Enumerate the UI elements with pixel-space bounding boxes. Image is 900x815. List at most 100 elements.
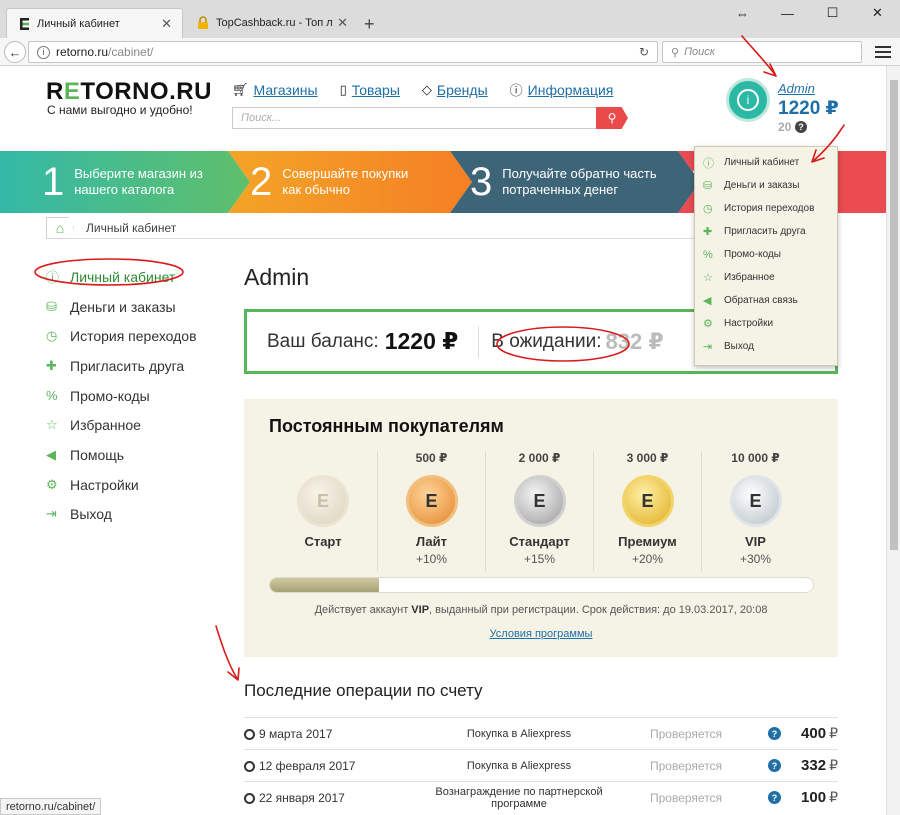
help-icon[interactable]: ? bbox=[768, 727, 781, 740]
op-description: Вознаграждение по партнерской программе bbox=[435, 786, 603, 810]
star-icon: ☆ bbox=[703, 272, 713, 284]
close-icon[interactable]: ✕ bbox=[337, 15, 348, 31]
restore-icon[interactable]: ⇔ bbox=[720, 0, 765, 26]
tab-cabinet[interactable]: Личный кабинет ✕ bbox=[6, 8, 183, 38]
nav-info[interactable]: ⓘ Информация bbox=[510, 80, 614, 99]
browser-search-input[interactable]: ⚲ Поиск bbox=[662, 41, 862, 63]
site-search-input[interactable]: Поиск... bbox=[232, 107, 596, 129]
hamburger-menu-icon[interactable] bbox=[874, 43, 892, 61]
op-description: Покупка в Aliexpress bbox=[466, 760, 572, 772]
level-name: Лайт bbox=[415, 534, 448, 549]
back-button[interactable]: ← bbox=[4, 41, 26, 63]
minimize-button[interactable]: — bbox=[765, 0, 810, 26]
sidebar-item-promo[interactable]: % Промо-коды bbox=[46, 381, 226, 411]
close-window-button[interactable]: ✕ bbox=[855, 0, 900, 26]
info-icon[interactable]: i bbox=[37, 45, 50, 59]
step-text: Выберите магазин из нашего каталога bbox=[74, 166, 203, 198]
user-plus-icon: ✚ bbox=[46, 357, 57, 373]
menu-item-label: Обратная связь bbox=[724, 295, 798, 306]
sidebar-item-label: Выход bbox=[70, 506, 112, 523]
menu-item-feedback[interactable]: ◀ Обратная связь bbox=[695, 289, 837, 312]
op-date-text: 12 февраля 2017 bbox=[259, 759, 356, 773]
table-row: 22 января 2017 Вознаграждение по партнер… bbox=[244, 781, 838, 813]
menu-item-label: Промо-коды bbox=[724, 249, 781, 260]
level-name: VIP bbox=[745, 534, 766, 549]
info-icon: ⓘ bbox=[509, 83, 523, 98]
tab-topcashback[interactable]: TopCashback.ru - Топ лу... ✕ bbox=[186, 8, 358, 38]
step-1: 1 Выберите магазин из нашего каталога bbox=[0, 151, 250, 213]
program-terms-link[interactable]: Условия программы bbox=[244, 628, 838, 640]
sidebar-item-logout[interactable]: ⇥ Выход bbox=[46, 500, 226, 530]
maximize-button[interactable]: ☐ bbox=[810, 0, 855, 26]
site-search-button[interactable]: ⚲ bbox=[596, 107, 628, 129]
site-logo[interactable]: RETORNO.RU bbox=[46, 78, 212, 106]
menu-item-label: Пригласить друга bbox=[724, 226, 806, 237]
scrollbar-thumb[interactable] bbox=[890, 80, 898, 550]
logo-e: E bbox=[63, 78, 81, 105]
step-number: 3 bbox=[470, 159, 493, 204]
close-icon[interactable]: ✕ bbox=[161, 16, 172, 32]
user-plus-icon: ✚ bbox=[703, 226, 713, 238]
op-currency: ₽ bbox=[829, 725, 838, 741]
step-2: 2 Совершайте покупки как обычно bbox=[228, 151, 472, 213]
op-currency: ₽ bbox=[829, 757, 838, 773]
note-text: , выданный при регистрации. Срок действи… bbox=[429, 604, 768, 616]
menu-item-history[interactable]: ◷ История переходов bbox=[695, 197, 837, 220]
menu-item-cabinet[interactable]: ⓘ Личный кабинет bbox=[695, 151, 837, 174]
home-icon[interactable]: ⌂ bbox=[46, 216, 74, 239]
sidebar-item-money[interactable]: ⛁ Деньги и заказы bbox=[46, 292, 226, 322]
level-standard: 2 000 ₽ E Стандарт +15% bbox=[485, 451, 593, 571]
nav-brands[interactable]: ◇ Бренды bbox=[422, 80, 488, 99]
pending-label: В ожидании: bbox=[491, 330, 602, 352]
step-line: Выберите магазин из bbox=[74, 166, 203, 181]
op-date: 9 марта 2017 bbox=[244, 727, 332, 741]
menu-item-money[interactable]: ⛁ Деньги и заказы bbox=[695, 174, 837, 197]
level-start: E Старт bbox=[269, 451, 377, 571]
clock-icon: ◷ bbox=[46, 328, 58, 344]
sidebar-item-settings[interactable]: ⚙ Настройки bbox=[46, 470, 226, 500]
search-icon: ⚲ bbox=[607, 111, 617, 125]
sidebar-item-history[interactable]: ◷ История переходов bbox=[46, 321, 226, 351]
balance-label: Ваш баланс: bbox=[267, 330, 379, 352]
address-bar[interactable]: i retorno.ru/cabinet/ ↻ bbox=[28, 41, 658, 63]
sidebar-item-label: Настройки bbox=[70, 476, 139, 493]
menu-item-label: Выход bbox=[724, 341, 754, 352]
help-icon[interactable]: ? bbox=[795, 121, 807, 133]
menu-item-favorites[interactable]: ☆ Избранное bbox=[695, 266, 837, 289]
level-name: Премиум bbox=[618, 534, 677, 549]
clock-icon bbox=[244, 760, 255, 772]
sidebar-item-favorites[interactable]: ☆ Избранное bbox=[46, 410, 226, 440]
reload-icon[interactable]: ↻ bbox=[639, 45, 649, 59]
menu-item-logout[interactable]: ⇥ Выход bbox=[695, 335, 837, 358]
avatar[interactable]: i bbox=[726, 78, 770, 122]
megaphone-icon: ◀ bbox=[46, 446, 56, 462]
page-title: Admin bbox=[244, 264, 310, 290]
loyalty-title: Постоянным покупателям bbox=[269, 416, 504, 436]
search-placeholder: Поиск... bbox=[241, 112, 282, 124]
nav-products[interactable]: ▯ Товары bbox=[340, 80, 400, 99]
level-bonus: +20% bbox=[631, 552, 664, 566]
username-link[interactable]: Admin bbox=[778, 81, 815, 96]
browser-tab-bar: Личный кабинет ✕ TopCashback.ru - Топ лу… bbox=[0, 0, 900, 38]
star-icon: ☆ bbox=[46, 417, 58, 433]
menu-item-invite[interactable]: ✚ Пригласить друга bbox=[695, 220, 837, 243]
op-description: Покупка в Aliexpress bbox=[466, 728, 572, 740]
url-path: /cabinet/ bbox=[108, 45, 154, 59]
medal-icon: E bbox=[729, 475, 782, 527]
lock-icon bbox=[196, 16, 210, 30]
new-tab-button[interactable]: + bbox=[364, 14, 375, 35]
nav-shops[interactable]: 🛒︎ Магазины bbox=[232, 80, 318, 99]
op-status: Проверяется bbox=[650, 791, 723, 805]
op-status: Проверяется bbox=[650, 727, 723, 741]
user-circle-icon: ⓘ bbox=[46, 270, 60, 286]
menu-item-settings[interactable]: ⚙ Настройки bbox=[695, 312, 837, 335]
sidebar-item-invite[interactable]: ✚ Пригласить друга bbox=[46, 351, 226, 381]
help-icon[interactable]: ? bbox=[768, 791, 781, 804]
help-icon[interactable]: ? bbox=[768, 759, 781, 772]
sidebar-item-cabinet[interactable]: ⓘ Личный кабинет bbox=[46, 262, 226, 292]
op-date: 12 февраля 2017 bbox=[244, 759, 355, 773]
menu-item-promo[interactable]: % Промо-коды bbox=[695, 243, 837, 266]
sidebar-item-help[interactable]: ◀ Помощь bbox=[46, 440, 226, 470]
page-scrollbar[interactable] bbox=[886, 66, 900, 815]
user-dropdown-menu: ⓘ Личный кабинет ⛁ Деньги и заказы ◷ Истори… bbox=[694, 146, 838, 366]
